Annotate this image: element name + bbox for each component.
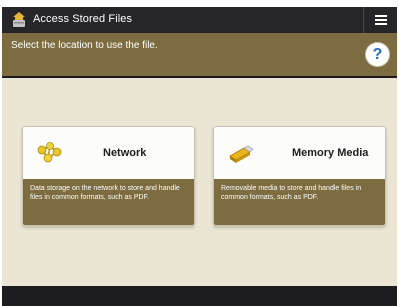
network-label: Network bbox=[103, 147, 147, 159]
window-title: Access Stored Files bbox=[33, 13, 133, 25]
network-icon bbox=[37, 142, 62, 163]
instruction-bar: Select the location to use the file. ? bbox=[2, 33, 397, 78]
content-area: Network Data storage on the network to s… bbox=[2, 80, 397, 286]
folder-app-icon bbox=[13, 12, 25, 27]
memory-media-button[interactable]: Memory Media Removable media to store an… bbox=[213, 126, 386, 226]
menu-button[interactable] bbox=[363, 7, 397, 33]
hamburger-menu-icon bbox=[374, 15, 387, 25]
title-bar: Access Stored Files bbox=[2, 7, 397, 33]
memory-media-card-header: Memory Media bbox=[214, 127, 385, 179]
screen: Access Stored Files Select the location … bbox=[2, 7, 397, 306]
network-card-header: Network bbox=[23, 127, 194, 179]
instruction-text: Select the location to use the file. bbox=[11, 40, 158, 51]
footer-bar bbox=[2, 286, 397, 306]
memory-media-icon bbox=[229, 145, 254, 163]
help-button[interactable]: ? bbox=[366, 43, 389, 66]
memory-media-description: Removable media to store and handle file… bbox=[214, 179, 385, 225]
network-description: Data storage on the network to store and… bbox=[23, 179, 194, 225]
memory-media-label: Memory Media bbox=[292, 147, 369, 159]
network-button[interactable]: Network Data storage on the network to s… bbox=[22, 126, 195, 226]
